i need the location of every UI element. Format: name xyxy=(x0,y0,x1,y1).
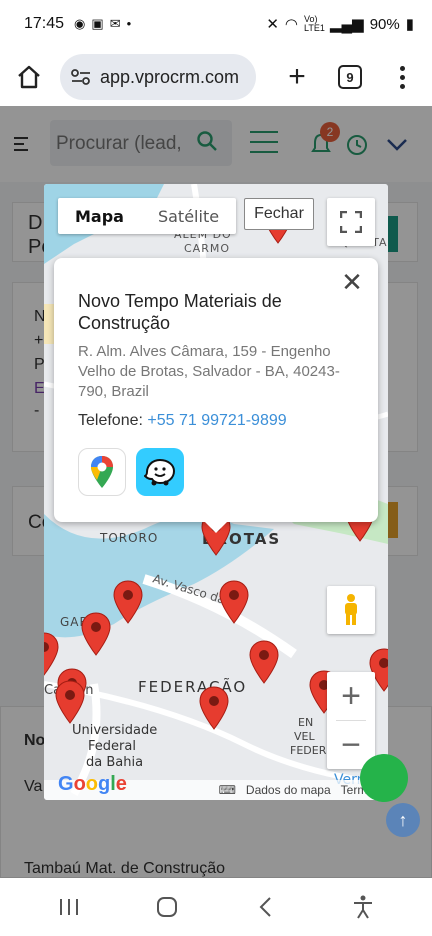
recent-apps-icon xyxy=(60,899,78,915)
info-window-tail xyxy=(204,521,228,533)
waze-button[interactable] xyxy=(136,448,184,496)
arrow-up-icon: ↑ xyxy=(398,809,408,830)
site-settings-icon[interactable] xyxy=(70,68,92,86)
google-maps-button[interactable] xyxy=(78,448,126,496)
network-label: Vo) LTE1 xyxy=(304,14,325,33)
plus-icon: + xyxy=(288,60,306,93)
home-nav-icon xyxy=(157,897,177,917)
fullscreen-icon xyxy=(340,211,362,233)
map-type-map[interactable]: Mapa xyxy=(58,198,141,234)
close-map-button[interactable]: Fechar xyxy=(244,198,314,230)
battery-level: 90% xyxy=(369,15,400,33)
phone-link[interactable]: +55 71 99721-9899 xyxy=(147,412,286,429)
back-icon xyxy=(259,897,271,917)
place-address: R. Alm. Alves Câmara, 159 - Engenho Velh… xyxy=(78,343,340,400)
url-bar[interactable]: app.vprocrm.com xyxy=(60,54,256,100)
phone-label: Telefone: xyxy=(78,412,143,429)
zoom-in-button[interactable]: + xyxy=(327,672,375,720)
whatsapp-button[interactable] xyxy=(360,754,408,802)
map-label-federacao: FEDERAÇÃO xyxy=(138,677,247,696)
dot-icon: • xyxy=(126,16,132,31)
gmail-icon: ✉ xyxy=(109,16,121,31)
home-nav-button[interactable] xyxy=(147,887,187,927)
wifi-icon: ◠ xyxy=(284,16,298,33)
map-type-control: Mapa Satélite xyxy=(58,198,237,234)
map-modal[interactable]: ALÉM DO CARMO QUINTAS TORORO BROTAS GARC… xyxy=(44,184,388,800)
fullscreen-button[interactable] xyxy=(327,198,375,246)
back-button[interactable] xyxy=(245,887,285,927)
url-text: app.vprocrm.com xyxy=(100,66,240,87)
notification-icons: ◉ ▣ ✉ • xyxy=(74,16,131,32)
home-button[interactable] xyxy=(10,58,48,96)
place-title: Novo Tempo Materiais de Construção xyxy=(78,291,282,333)
new-tab-button[interactable]: + xyxy=(278,58,316,96)
mute-icon: ✕ xyxy=(266,16,279,33)
accessibility-icon xyxy=(354,895,372,919)
status-bar: 17:45 ◉ ▣ ✉ • ✕ ◠ Vo) LTE1 ▂▄▆ 90% ▮ xyxy=(0,0,432,48)
waze-icon xyxy=(144,458,176,486)
zoom-control: + − xyxy=(327,672,375,769)
close-icon[interactable]: ✕ xyxy=(340,267,364,297)
scroll-top-button[interactable]: ↑ xyxy=(386,803,420,837)
keyboard-icon[interactable]: ⌨ xyxy=(219,783,236,797)
google-logo: Google xyxy=(58,773,127,795)
pegman-icon xyxy=(345,594,357,625)
whatsapp-icon: ◉ xyxy=(74,16,86,31)
status-time: 17:45 xyxy=(24,15,65,32)
image-icon: ▣ xyxy=(91,16,104,31)
accessibility-button[interactable] xyxy=(343,887,383,927)
map-label-tororo: TORORO xyxy=(99,531,158,545)
home-icon xyxy=(18,65,40,89)
browser-menu-button[interactable] xyxy=(392,58,412,96)
status-right: ✕ ◠ Vo) LTE1 ▂▄▆ 90% ▮ xyxy=(266,14,414,34)
battery-icon: ▮ xyxy=(405,16,414,33)
navigation-apps xyxy=(78,448,354,496)
map-type-satellite[interactable]: Satélite xyxy=(141,198,236,234)
place-phone: Telefone: +55 71 99721-9899 xyxy=(78,412,354,430)
info-window: ✕ Novo Tempo Materiais de Construção R. … xyxy=(54,258,378,522)
street-view-button[interactable] xyxy=(327,586,375,634)
tab-switcher-button[interactable]: 9 xyxy=(338,65,362,89)
signal-icon: ▂▄▆ xyxy=(330,16,364,33)
map-data-label[interactable]: Dados do mapa xyxy=(246,783,331,797)
google-maps-icon xyxy=(91,456,113,488)
recent-apps-button[interactable] xyxy=(49,887,89,927)
browser-toolbar: app.vprocrm.com + 9 xyxy=(0,48,432,106)
system-nav-bar xyxy=(0,878,432,936)
